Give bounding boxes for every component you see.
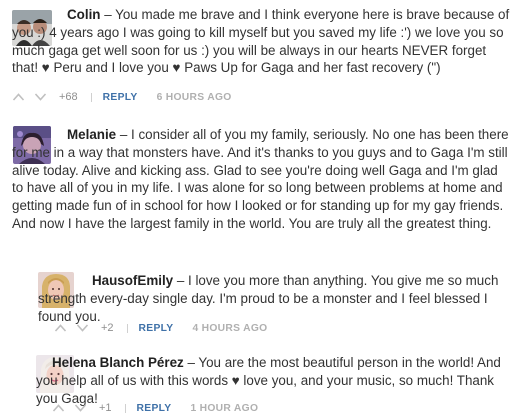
- reply-button[interactable]: REPLY: [137, 403, 172, 414]
- vote-count: +68: [59, 91, 78, 103]
- chevron-up-icon[interactable]: [54, 323, 67, 333]
- comment-author[interactable]: Colin: [67, 7, 100, 22]
- comment-timestamp[interactable]: 1 HOUR AGO: [190, 403, 258, 414]
- comment-actions: +1 REPLY 1 HOUR AGO: [52, 400, 258, 416]
- divider: [126, 323, 128, 333]
- vote-count: +2: [101, 322, 114, 334]
- comment-actions: +68 REPLY 6 HOURS AGO: [12, 89, 232, 105]
- reply-button[interactable]: REPLY: [103, 92, 138, 103]
- reply-button[interactable]: REPLY: [139, 323, 174, 334]
- chevron-down-icon[interactable]: [74, 403, 87, 413]
- comment: Melanie – I consider all of you my famil…: [0, 118, 515, 263]
- comment-timestamp[interactable]: 4 HOURS AGO: [192, 323, 267, 334]
- comment: Colin – You made me brave and I think ev…: [0, 0, 515, 110]
- comment-author[interactable]: Melanie: [67, 127, 116, 142]
- comment-text: HausofEmily – I love you more than anyth…: [38, 272, 513, 325]
- comment-author[interactable]: HausofEmily: [92, 273, 173, 288]
- chevron-down-icon[interactable]: [76, 323, 89, 333]
- comment-timestamp[interactable]: 6 HOURS AGO: [157, 92, 232, 103]
- comment-actions: +2 REPLY 4 HOURS AGO: [54, 320, 267, 336]
- comment: Helena Blanch Pérez – You are the most b…: [0, 344, 515, 418]
- comment-author[interactable]: Helena Blanch Pérez: [52, 355, 184, 370]
- vote-count: +1: [99, 402, 112, 414]
- divider: [124, 403, 126, 413]
- comment-body: – I consider all of you my family, serio…: [12, 127, 509, 231]
- divider: [90, 92, 92, 102]
- comment: HausofEmily – I love you more than anyth…: [0, 262, 515, 344]
- comment-text: Melanie – I consider all of you my famil…: [12, 126, 510, 233]
- chevron-down-icon[interactable]: [34, 92, 47, 102]
- comment-text: Colin – You made me brave and I think ev…: [12, 6, 512, 77]
- chevron-up-icon[interactable]: [12, 92, 25, 102]
- chevron-up-icon[interactable]: [52, 403, 65, 413]
